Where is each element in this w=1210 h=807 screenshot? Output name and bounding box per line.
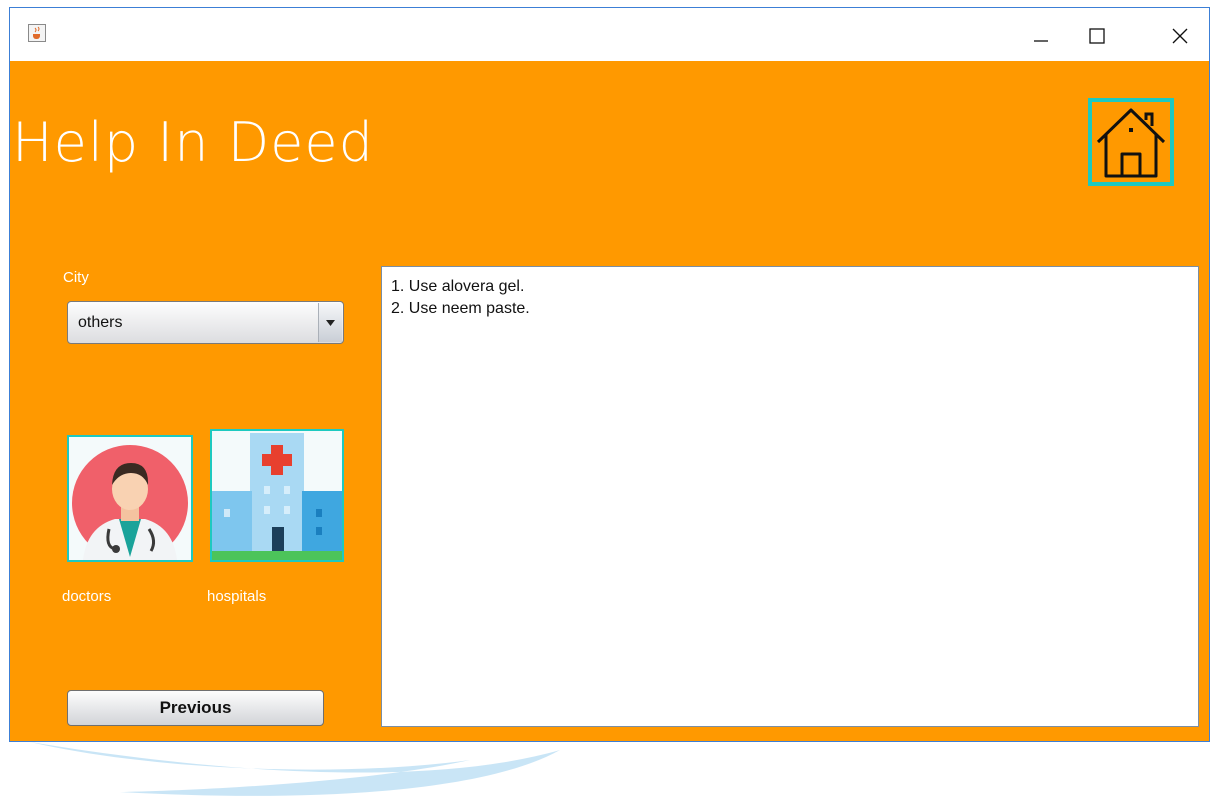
previous-button[interactable]: Previous bbox=[67, 690, 324, 726]
page-title: Help In Deed bbox=[12, 111, 374, 174]
minimize-icon bbox=[1034, 40, 1048, 42]
title-bar[interactable] bbox=[10, 8, 1209, 61]
hospital-icon bbox=[212, 431, 342, 560]
city-dropdown[interactable]: others bbox=[67, 301, 344, 344]
close-button[interactable] bbox=[1157, 12, 1203, 56]
city-selected-value: others bbox=[78, 314, 123, 331]
doctors-button[interactable] bbox=[67, 435, 193, 562]
hospitals-caption: hospitals bbox=[207, 588, 267, 605]
java-cup-icon bbox=[28, 24, 46, 42]
app-window: Help In Deed City others doctors hospita… bbox=[9, 7, 1210, 742]
home-button[interactable] bbox=[1088, 98, 1174, 186]
close-icon bbox=[1172, 28, 1188, 44]
home-icon bbox=[1096, 108, 1166, 178]
dropdown-arrow-button[interactable] bbox=[318, 303, 342, 342]
chevron-down-icon bbox=[326, 320, 335, 326]
hospitals-button[interactable] bbox=[210, 429, 344, 562]
doctors-caption: doctors bbox=[62, 588, 112, 605]
doctor-icon bbox=[72, 445, 188, 560]
city-label: City bbox=[63, 269, 89, 286]
remedy-line: 1. Use alovera gel. bbox=[391, 278, 525, 295]
remedy-line: 2. Use neem paste. bbox=[391, 300, 530, 317]
maximize-button[interactable] bbox=[1074, 12, 1120, 56]
remedy-text-area[interactable]: 1. Use alovera gel. 2. Use neem paste. bbox=[381, 266, 1199, 727]
minimize-button[interactable] bbox=[1018, 12, 1064, 56]
maximize-icon bbox=[1089, 28, 1105, 44]
